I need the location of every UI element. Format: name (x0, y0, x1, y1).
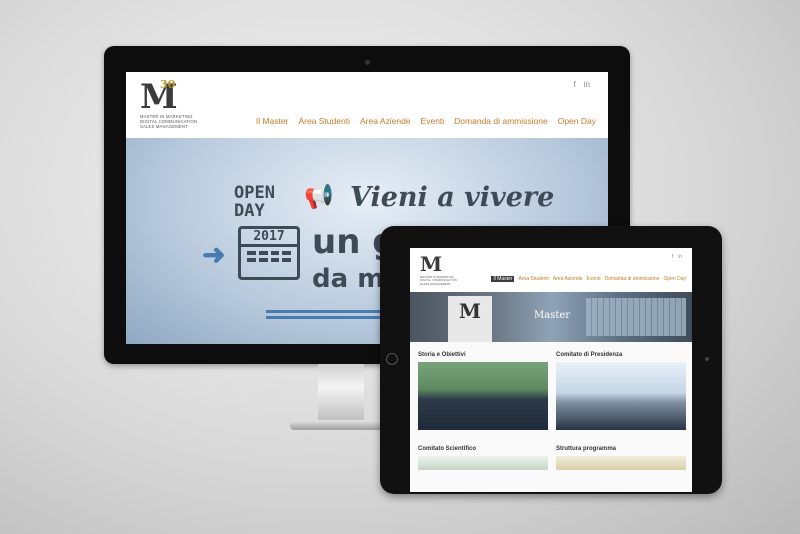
hero-headline-1: Vieni a vivere (350, 182, 555, 213)
linkedin-icon[interactable]: in (678, 254, 682, 260)
card-programma[interactable]: Struttura programma (556, 446, 686, 470)
card-presidenza[interactable]: Comitato di Presidenza (556, 352, 686, 430)
card-title: Comitato Scientifico (418, 446, 477, 452)
card-title: Comitato di Presidenza (556, 352, 623, 358)
nav-item-open-day[interactable]: Open Day (663, 276, 686, 282)
nav-item-eventi[interactable]: Eventi (587, 276, 601, 282)
open-day-line1: OPEN (234, 183, 275, 203)
nav-item-domanda[interactable]: Domanda di ammissione (604, 276, 659, 282)
logo-line: SALES MANAGEMENT (140, 124, 188, 130)
site-header: M 30 MASTER IN MARKETING DIGITAL COMMUNI… (126, 72, 608, 138)
card-image[interactable] (556, 456, 686, 470)
nav-item-master[interactable]: Il Master (491, 276, 515, 282)
camera-dot (705, 357, 709, 361)
hero-banner: M Master (410, 292, 692, 342)
tablet-device: M MASTER IN MARKETING DIGITAL COMMUNICAT… (380, 226, 722, 494)
arrow-right-icon: ➜ (202, 239, 226, 270)
facebook-icon[interactable]: f (574, 80, 576, 89)
social-links: f in (672, 254, 682, 260)
nav-item-area-studenti[interactable]: Area Studenti (518, 276, 548, 282)
divider-line (266, 316, 380, 319)
site-logo[interactable]: M 30 MASTER IN MARKETING DIGITAL COMMUNI… (140, 78, 216, 140)
nav-item-open-day[interactable]: Open Day (558, 116, 596, 126)
main-nav: Il Master Area Studenti Area Aziende Eve… (491, 276, 686, 282)
logo-number: 30 (160, 78, 176, 91)
building-sign: M (448, 296, 492, 342)
linkedin-icon[interactable]: in (584, 80, 590, 89)
logo-letter: M (420, 252, 443, 276)
content-grid: Storia e Obiettivi Comitato di Presidenz… (410, 342, 692, 492)
site-logo[interactable]: M MASTER IN MARKETING DIGITAL COMMUNICAT… (420, 254, 460, 290)
megaphone-icon: 📢 (304, 183, 334, 210)
card-image[interactable] (418, 456, 548, 470)
logo-line: SALES MANAGEMENT (420, 282, 451, 286)
camera-dot (365, 60, 370, 65)
calendar-year: 2017 (241, 229, 297, 247)
nav-item-area-aziende[interactable]: Area Aziende (360, 116, 411, 126)
card-scientifico[interactable]: Comitato Scientifico (418, 446, 548, 470)
card-storia[interactable]: Storia e Obiettivi (418, 352, 548, 430)
nav-item-eventi[interactable]: Eventi (421, 116, 445, 126)
social-links: f in (574, 80, 590, 89)
monitor-stand (318, 364, 364, 422)
open-day-title: OPEN DAY (234, 184, 275, 220)
main-nav: Il Master Area Studenti Area Aziende Eve… (256, 116, 596, 126)
card-title: Storia e Obiettivi (418, 352, 466, 358)
nav-item-master[interactable]: Il Master (256, 116, 289, 126)
site-header: M MASTER IN MARKETING DIGITAL COMMUNICAT… (410, 248, 692, 292)
nav-item-domanda[interactable]: Domanda di ammissione (454, 116, 548, 126)
open-day-line2: DAY (234, 201, 265, 221)
tablet-screen: M MASTER IN MARKETING DIGITAL COMMUNICAT… (410, 248, 692, 492)
hero-headline-3: da m (312, 264, 385, 294)
nav-item-area-aziende[interactable]: Area Aziende (553, 276, 583, 282)
card-image[interactable] (418, 362, 548, 430)
divider-line (266, 310, 380, 313)
card-title: Struttura programma (556, 446, 617, 452)
home-button[interactable] (386, 353, 398, 365)
building-image (586, 298, 686, 336)
building-sign-text: Master (534, 310, 571, 321)
facebook-icon[interactable]: f (672, 254, 673, 260)
card-image[interactable] (556, 362, 686, 430)
nav-item-area-studenti[interactable]: Area Studenti (298, 116, 350, 126)
calendar-icon: 2017 (238, 226, 300, 280)
monitor-base (290, 420, 392, 430)
